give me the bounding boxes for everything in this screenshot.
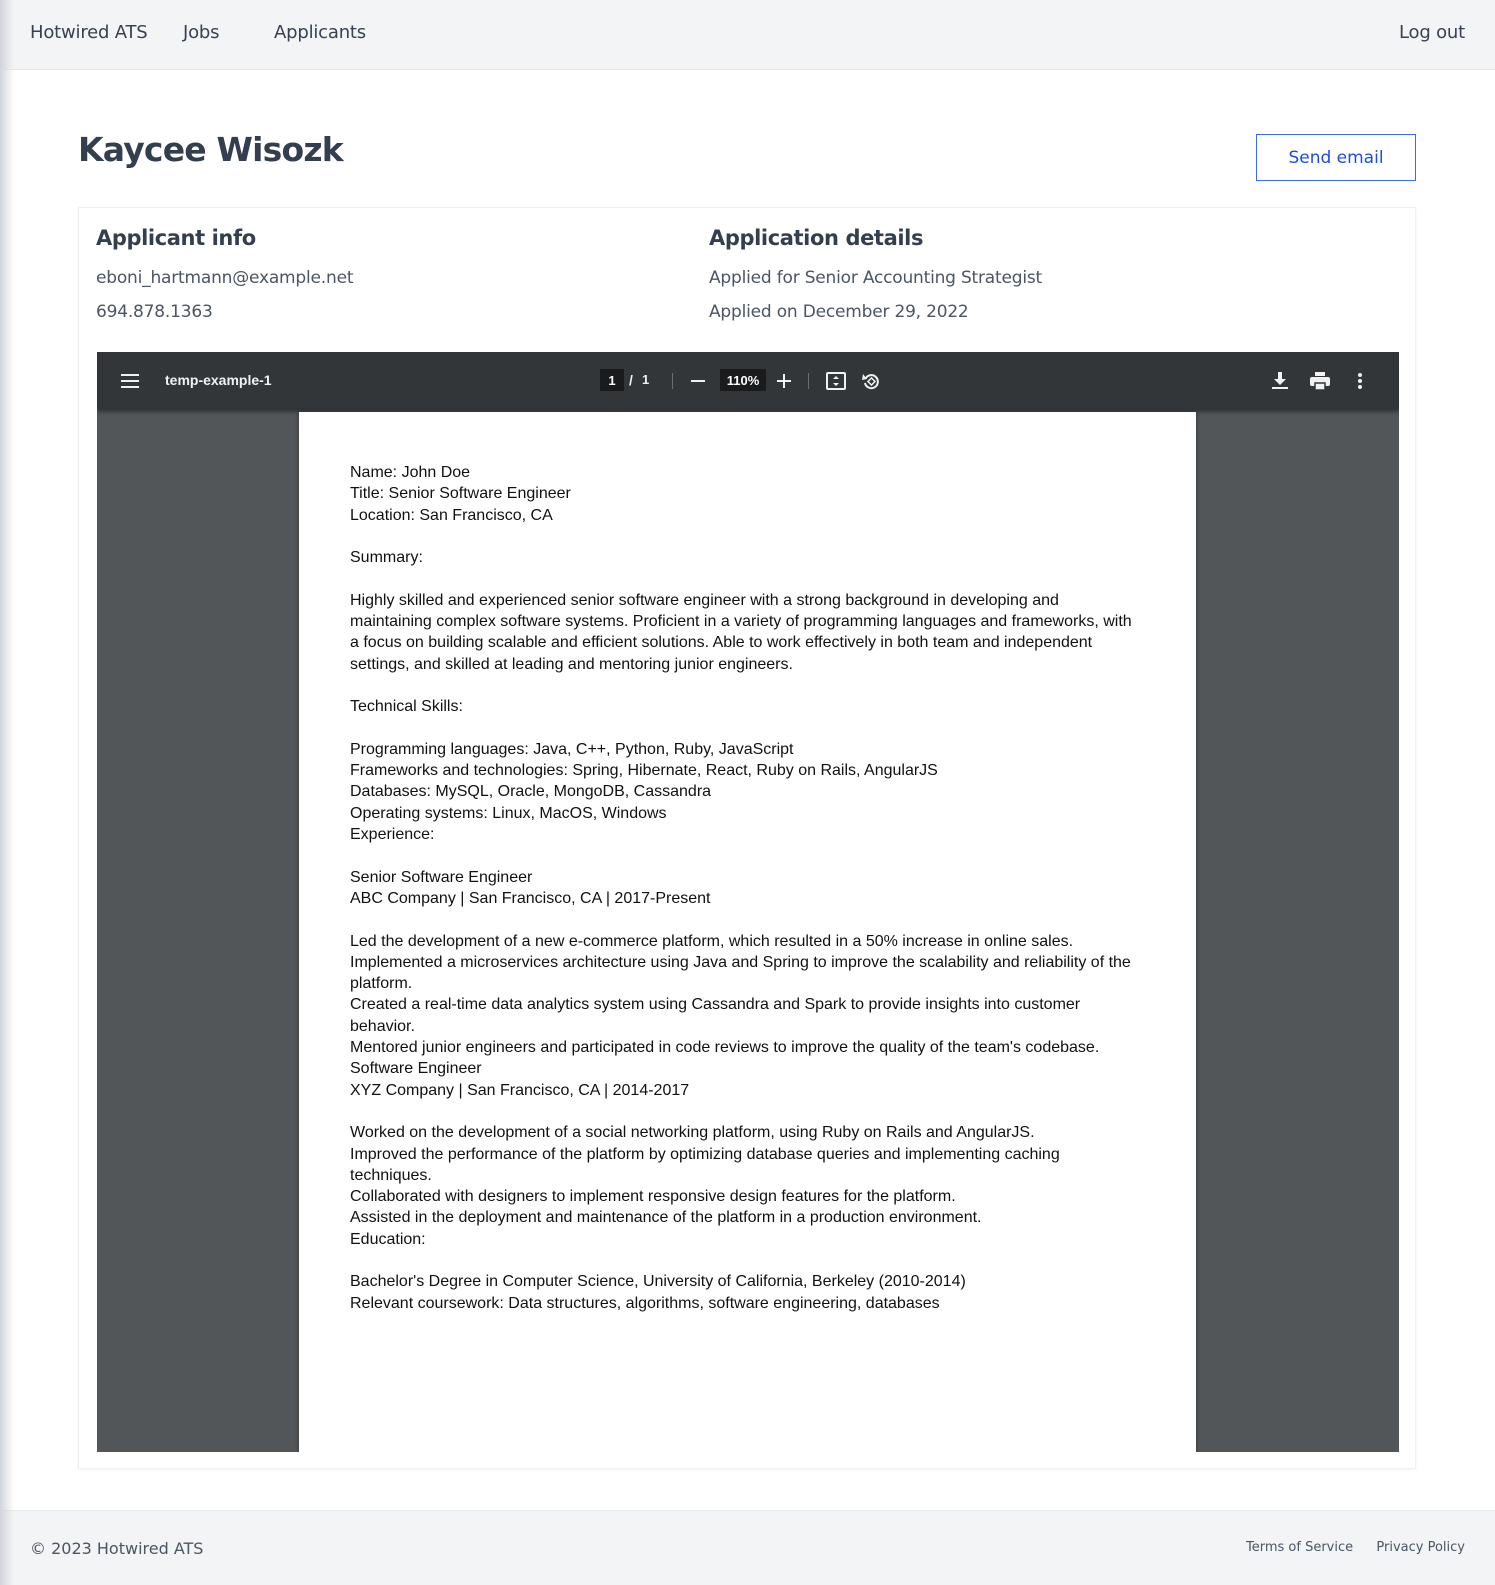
pdf-text-line: Improved the performance of the platform… <box>350 1145 1060 1163</box>
send-email-button[interactable]: Send email <box>1256 134 1416 181</box>
zoom-in-icon[interactable] <box>773 369 795 393</box>
pdf-text-line: techniques. <box>350 1166 432 1184</box>
menu-icon[interactable] <box>117 369 143 393</box>
terms-of-service-link[interactable]: Terms of Service <box>1246 1540 1353 1555</box>
pdf-text-line: a focus on building scalable and efficie… <box>350 634 1093 652</box>
pdf-text-line: Highly skilled and experienced senior so… <box>350 591 1059 609</box>
pdf-text-line: Programming languages: Java, C++, Python… <box>350 740 794 758</box>
pdf-text-line: Operating systems: Linux, MacOS, Windows <box>350 804 667 822</box>
pdf-text-line <box>350 526 1150 547</box>
zoom-out-icon[interactable] <box>687 369 709 393</box>
applicant-phone: 694.878.1363 <box>96 302 213 322</box>
pdf-text-line <box>350 675 1150 696</box>
fit-page-icon[interactable] <box>824 369 848 393</box>
pdf-text-line: maintaining complex software systems. Pr… <box>350 613 1132 631</box>
pdf-text-line: behavior. <box>350 1017 415 1035</box>
zoom-level-input[interactable] <box>720 369 766 391</box>
pdf-text-line: Worked on the development of a social ne… <box>350 1124 1035 1142</box>
pdf-text-line: Education: <box>350 1230 426 1248</box>
applied-on: Applied on December 29, 2022 <box>709 302 969 322</box>
rotate-icon[interactable] <box>859 369 883 393</box>
pdf-text-line <box>350 1101 1150 1122</box>
toolbar-divider <box>808 373 809 389</box>
pdf-text-line <box>350 909 1150 930</box>
pdf-text-line: platform. <box>350 975 413 993</box>
application-details-heading: Application details <box>709 226 924 250</box>
logout-link[interactable]: Log out <box>1399 22 1465 43</box>
applicant-card: Applicant info eboni_hartmann@example.ne… <box>78 207 1416 1469</box>
pdf-text-line <box>350 845 1150 866</box>
pdf-text-line <box>350 718 1150 739</box>
pdf-text-line: ABC Company | San Francisco, CA | 2017-P… <box>350 889 711 907</box>
nav-jobs-link[interactable]: Jobs <box>183 22 220 43</box>
pdf-text-line: Bachelor's Degree in Computer Science, U… <box>350 1273 966 1291</box>
applied-for: Applied for Senior Accounting Strategist <box>709 268 1042 288</box>
pdf-text-line: Location: San Francisco, CA <box>350 506 553 524</box>
pdf-text-line: XYZ Company | San Francisco, CA | 2014-2… <box>350 1081 690 1099</box>
footer: © 2023 Hotwired ATS Terms of Service Pri… <box>0 1510 1495 1585</box>
pdf-text-line <box>350 1250 1150 1271</box>
pdf-text-line: Technical Skills: <box>350 698 463 716</box>
pdf-text-line: Experience: <box>350 826 435 844</box>
top-navigation: Hotwired ATS Jobs Applicants Log out <box>0 0 1495 70</box>
applicant-info-heading: Applicant info <box>96 226 256 250</box>
window-edge-shadow <box>0 0 14 1585</box>
pdf-text-line <box>350 568 1150 589</box>
page-separator: / <box>629 372 633 388</box>
pdf-document-title: temp-example-1 <box>165 372 272 388</box>
nav-applicants-link[interactable]: Applicants <box>274 22 366 43</box>
pdf-text-line: Summary: <box>350 549 423 567</box>
pdf-text-line: Software Engineer <box>350 1060 482 1078</box>
pdf-text-line: Assisted in the deployment and maintenan… <box>350 1209 982 1227</box>
pdf-text-line: Title: Senior Software Engineer <box>350 485 571 503</box>
applicant-info-section: Applicant info eboni_hartmann@example.ne… <box>96 226 353 336</box>
pdf-text-line: Mentored junior engineers and participat… <box>350 1039 1100 1057</box>
pdf-text-line: Databases: MySQL, Oracle, MongoDB, Cassa… <box>350 783 712 801</box>
pdf-text-line: Relevant coursework: Data structures, al… <box>350 1294 940 1312</box>
print-icon[interactable] <box>1308 369 1332 393</box>
download-icon[interactable] <box>1268 369 1292 393</box>
application-details-section: Application details Applied for Senior A… <box>709 226 1042 336</box>
pdf-text-line: Created a real-time data analytics syste… <box>350 996 1081 1014</box>
pdf-text-line: Name: John Doe <box>350 464 471 481</box>
privacy-policy-link[interactable]: Privacy Policy <box>1376 1540 1465 1555</box>
pdf-text-line: Collaborated with designers to implement… <box>350 1188 956 1206</box>
applicant-email: eboni_hartmann@example.net <box>96 268 354 288</box>
toolbar-divider <box>672 373 673 389</box>
pdf-page-content: Name: John Doe Title: Senior Software Eng… <box>350 462 1150 1314</box>
pdf-toolbar: temp-example-1 / 1 <box>97 352 1399 410</box>
pdf-viewer[interactable]: temp-example-1 / 1 <box>97 352 1399 1452</box>
more-vert-icon[interactable] <box>1348 369 1372 393</box>
page-title: Kaycee Wisozk <box>78 130 344 169</box>
footer-copyright: © 2023 Hotwired ATS <box>30 1539 204 1558</box>
nav-brand-link[interactable]: Hotwired ATS <box>30 22 148 43</box>
page-number-input[interactable] <box>600 369 624 391</box>
page-total: 1 <box>642 372 650 387</box>
pdf-text-line: Senior Software Engineer <box>350 868 533 886</box>
pdf-text-line: Frameworks and technologies: Spring, Hib… <box>350 762 938 780</box>
pdf-text-line: Implemented a microservices architecture… <box>350 953 1131 971</box>
pdf-page: Name: John Doe Title: Senior Software Eng… <box>299 412 1196 1452</box>
pdf-text-line: settings, and skilled at leading and men… <box>350 655 793 673</box>
pdf-text-line: Led the development of a new e-commerce … <box>350 932 1074 950</box>
